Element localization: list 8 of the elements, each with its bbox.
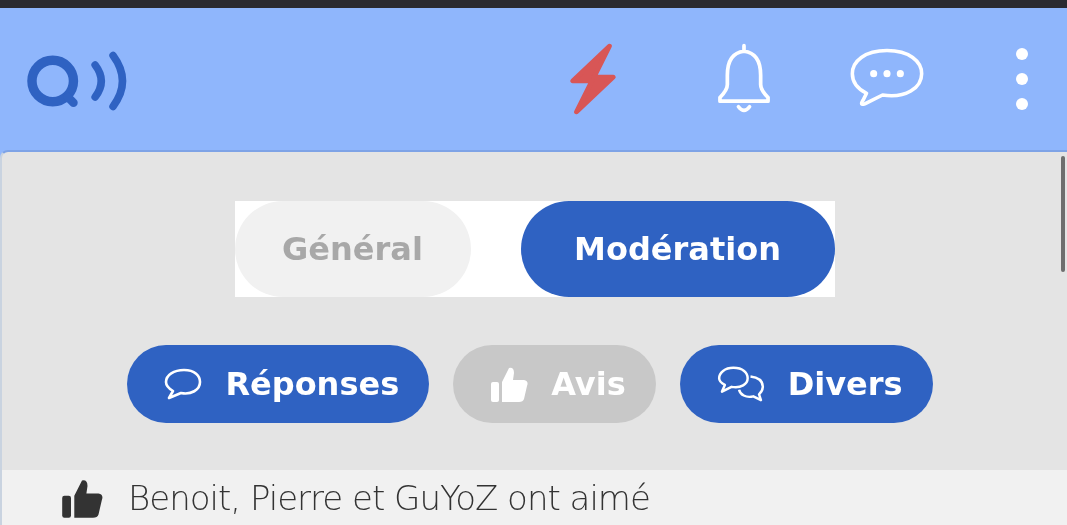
tab[interactable]: Modération bbox=[520, 201, 835, 297]
conversation-icon bbox=[715, 365, 766, 403]
scrollbar[interactable] bbox=[1061, 156, 1065, 272]
activity-text: Benoit, Pierre et GuYoZ ont aimé bbox=[128, 477, 650, 519]
speech-bubble-icon bbox=[163, 366, 204, 402]
more-options-icon[interactable] bbox=[1015, 47, 1029, 111]
filter-chip[interactable]: Réponses bbox=[127, 345, 430, 423]
filter-chip[interactable]: Divers bbox=[679, 345, 933, 423]
